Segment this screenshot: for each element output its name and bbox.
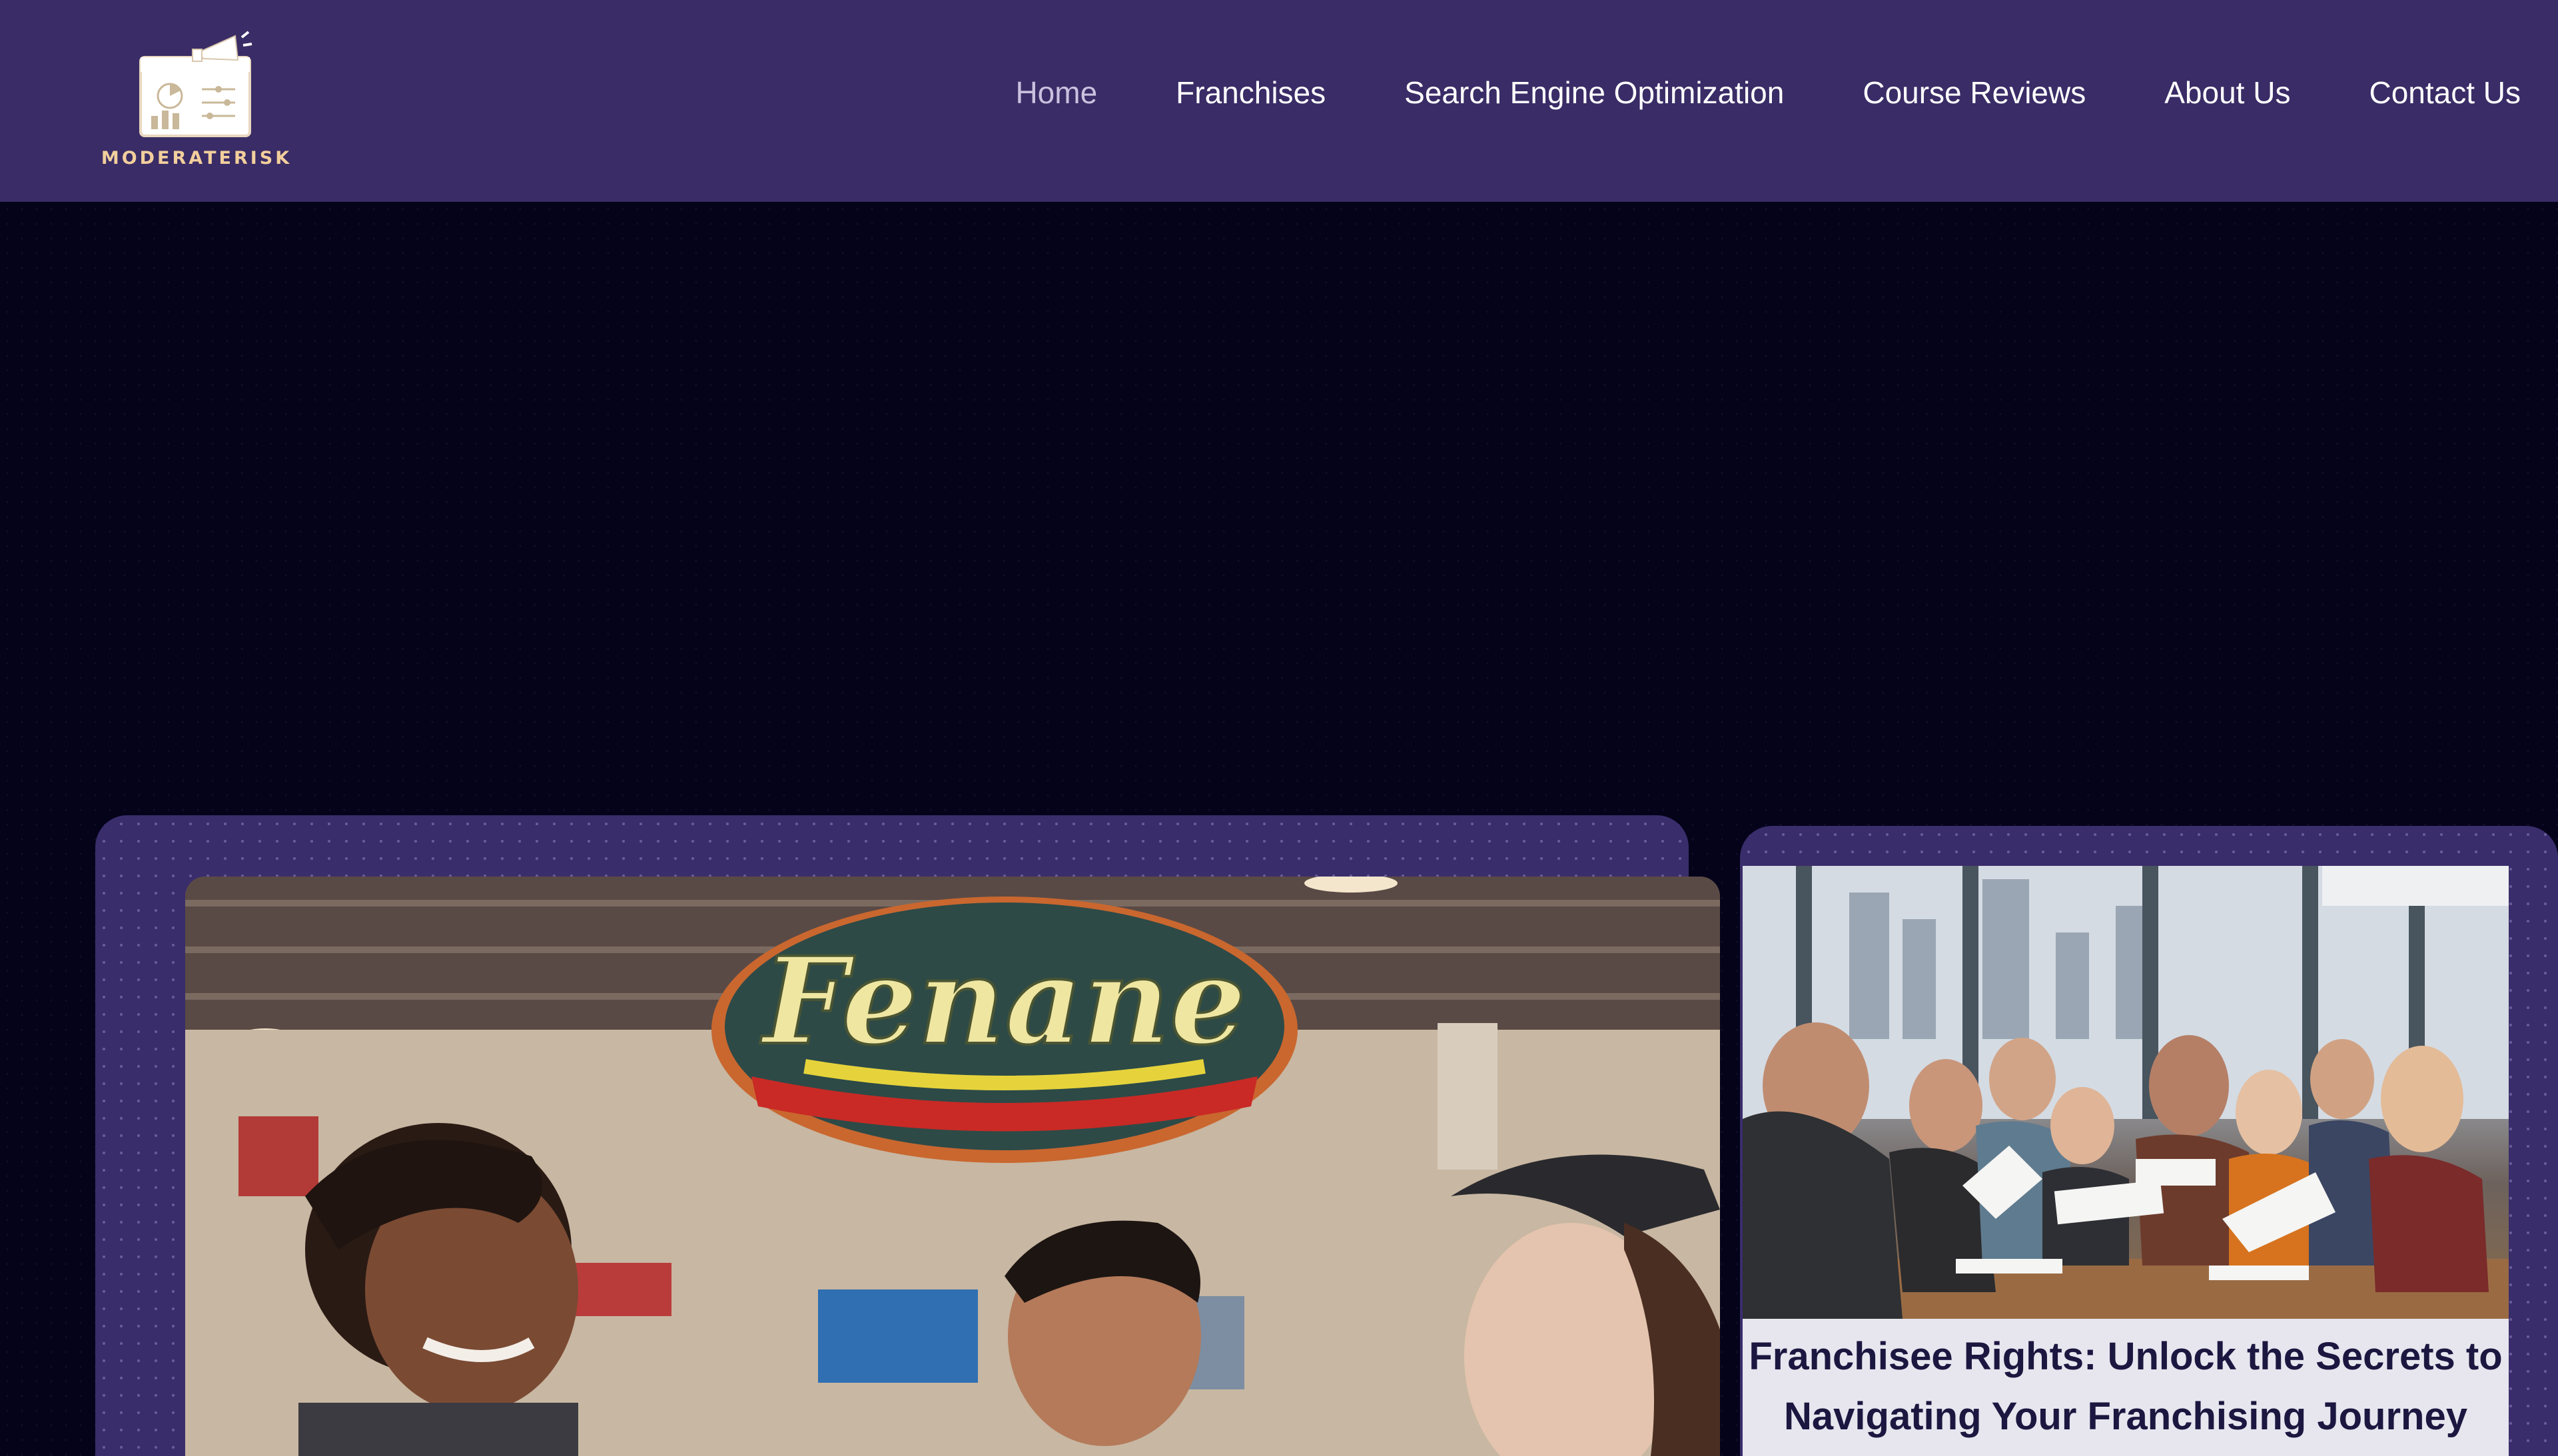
featured-image[interactable]: Fenane xyxy=(185,877,1720,1456)
site-header: MODERATERISK Home Franchises Search Engi… xyxy=(0,0,2558,202)
site-logo[interactable]: MODERATERISK xyxy=(100,29,293,176)
nav-seo[interactable]: Search Engine Optimization xyxy=(1404,75,1784,111)
meeting-photo xyxy=(1743,866,2509,1319)
featured-photo: Fenane xyxy=(185,877,1720,1456)
side-article-image[interactable] xyxy=(1743,866,2509,1319)
side-article-title[interactable]: Franchisee Rights: Unlock the Secrets to… xyxy=(1743,1319,2509,1456)
sign-text: Fenane xyxy=(759,931,1246,1072)
nav-contact-us[interactable]: Contact Us xyxy=(2369,75,2521,111)
logo-icon xyxy=(139,31,252,137)
nav-course-reviews[interactable]: Course Reviews xyxy=(1863,75,2086,111)
nav-home[interactable]: Home xyxy=(1015,75,1097,111)
nav-about-us[interactable]: About Us xyxy=(2164,75,2290,111)
main-nav: Home Franchises Search Engine Optimizati… xyxy=(1015,75,2521,111)
nav-franchises[interactable]: Franchises xyxy=(1176,75,1326,111)
logo-text: MODERATERISK xyxy=(101,148,292,169)
